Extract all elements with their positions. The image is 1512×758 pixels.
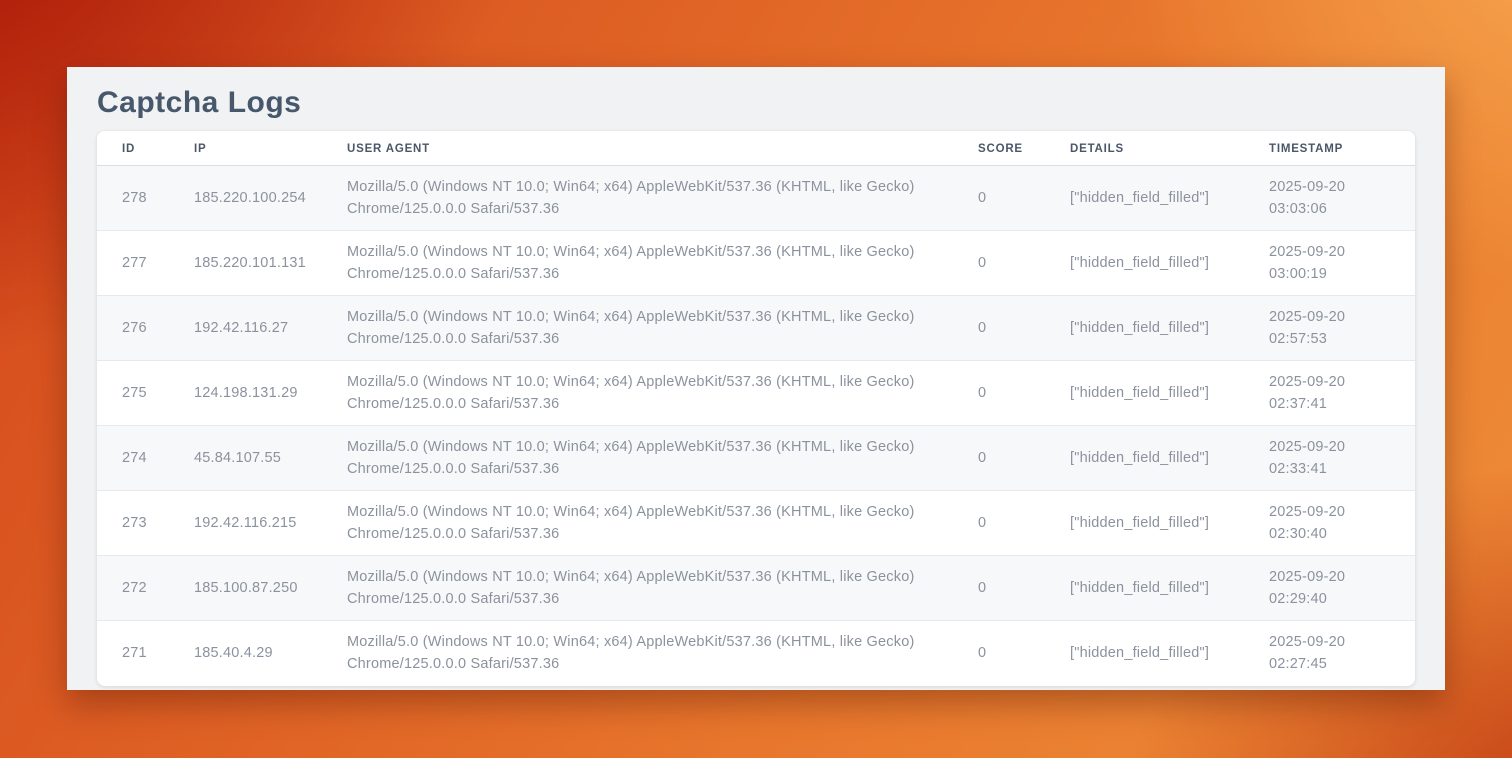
table-row: 271 185.40.4.29 Mozilla/5.0 (Windows NT …	[97, 621, 1415, 686]
logs-table-panel[interactable]: ID IP USER AGENT SCORE DETAILS TIMESTAMP…	[97, 131, 1415, 686]
cell-id: 272	[97, 556, 194, 621]
cell-score: 0	[978, 296, 1070, 361]
cell-ip: 185.100.87.250	[194, 556, 347, 621]
table-row: 277 185.220.101.131 Mozilla/5.0 (Windows…	[97, 231, 1415, 296]
cell-score: 0	[978, 231, 1070, 296]
cell-score: 0	[978, 621, 1070, 686]
table-row: 275 124.198.131.29 Mozilla/5.0 (Windows …	[97, 361, 1415, 426]
cell-ip: 124.198.131.29	[194, 361, 347, 426]
cell-score: 0	[978, 426, 1070, 491]
table-row: 273 192.42.116.215 Mozilla/5.0 (Windows …	[97, 491, 1415, 556]
cell-timestamp: 2025-09-20 02:27:45	[1269, 621, 1415, 686]
cell-user-agent: Mozilla/5.0 (Windows NT 10.0; Win64; x64…	[347, 231, 978, 296]
table-row: 278 185.220.100.254 Mozilla/5.0 (Windows…	[97, 166, 1415, 231]
cell-user-agent: Mozilla/5.0 (Windows NT 10.0; Win64; x64…	[347, 621, 978, 686]
logs-table: ID IP USER AGENT SCORE DETAILS TIMESTAMP…	[97, 131, 1415, 686]
cell-details: ["hidden_field_filled"]	[1070, 621, 1269, 686]
table-header-row: ID IP USER AGENT SCORE DETAILS TIMESTAMP	[97, 131, 1415, 166]
table-header: ID IP USER AGENT SCORE DETAILS TIMESTAMP	[97, 131, 1415, 166]
cell-id: 275	[97, 361, 194, 426]
cell-id: 278	[97, 166, 194, 231]
cell-timestamp: 2025-09-20 02:37:41	[1269, 361, 1415, 426]
cell-id: 276	[97, 296, 194, 361]
cell-user-agent: Mozilla/5.0 (Windows NT 10.0; Win64; x64…	[347, 426, 978, 491]
cell-ip: 192.42.116.215	[194, 491, 347, 556]
cell-ip: 185.220.101.131	[194, 231, 347, 296]
captcha-logs-card: Captcha Logs ID IP USER AGENT SCORE DETA…	[67, 67, 1445, 690]
page-title: Captcha Logs	[97, 83, 1415, 123]
column-header-details: DETAILS	[1070, 131, 1269, 166]
cell-ip: 192.42.116.27	[194, 296, 347, 361]
table-row: 272 185.100.87.250 Mozilla/5.0 (Windows …	[97, 556, 1415, 621]
cell-user-agent: Mozilla/5.0 (Windows NT 10.0; Win64; x64…	[347, 166, 978, 231]
column-header-id: ID	[97, 131, 194, 166]
cell-user-agent: Mozilla/5.0 (Windows NT 10.0; Win64; x64…	[347, 556, 978, 621]
cell-ip: 185.220.100.254	[194, 166, 347, 231]
cell-id: 277	[97, 231, 194, 296]
cell-details: ["hidden_field_filled"]	[1070, 166, 1269, 231]
cell-id: 273	[97, 491, 194, 556]
cell-score: 0	[978, 166, 1070, 231]
cell-user-agent: Mozilla/5.0 (Windows NT 10.0; Win64; x64…	[347, 296, 978, 361]
cell-timestamp: 2025-09-20 03:03:06	[1269, 166, 1415, 231]
cell-id: 274	[97, 426, 194, 491]
cell-details: ["hidden_field_filled"]	[1070, 556, 1269, 621]
cell-details: ["hidden_field_filled"]	[1070, 491, 1269, 556]
column-header-score: SCORE	[978, 131, 1070, 166]
cell-score: 0	[978, 556, 1070, 621]
column-header-user-agent: USER AGENT	[347, 131, 978, 166]
cell-user-agent: Mozilla/5.0 (Windows NT 10.0; Win64; x64…	[347, 491, 978, 556]
cell-timestamp: 2025-09-20 02:29:40	[1269, 556, 1415, 621]
cell-ip: 185.40.4.29	[194, 621, 347, 686]
cell-details: ["hidden_field_filled"]	[1070, 231, 1269, 296]
cell-score: 0	[978, 361, 1070, 426]
cell-ip: 45.84.107.55	[194, 426, 347, 491]
cell-details: ["hidden_field_filled"]	[1070, 296, 1269, 361]
table-row: 276 192.42.116.27 Mozilla/5.0 (Windows N…	[97, 296, 1415, 361]
cell-id: 271	[97, 621, 194, 686]
cell-timestamp: 2025-09-20 02:33:41	[1269, 426, 1415, 491]
cell-score: 0	[978, 491, 1070, 556]
cell-details: ["hidden_field_filled"]	[1070, 361, 1269, 426]
cell-timestamp: 2025-09-20 03:00:19	[1269, 231, 1415, 296]
cell-details: ["hidden_field_filled"]	[1070, 426, 1269, 491]
cell-user-agent: Mozilla/5.0 (Windows NT 10.0; Win64; x64…	[347, 361, 978, 426]
cell-timestamp: 2025-09-20 02:57:53	[1269, 296, 1415, 361]
table-row: 274 45.84.107.55 Mozilla/5.0 (Windows NT…	[97, 426, 1415, 491]
cell-timestamp: 2025-09-20 02:30:40	[1269, 491, 1415, 556]
column-header-timestamp: TIMESTAMP	[1269, 131, 1415, 166]
column-header-ip: IP	[194, 131, 347, 166]
table-body: 278 185.220.100.254 Mozilla/5.0 (Windows…	[97, 166, 1415, 686]
